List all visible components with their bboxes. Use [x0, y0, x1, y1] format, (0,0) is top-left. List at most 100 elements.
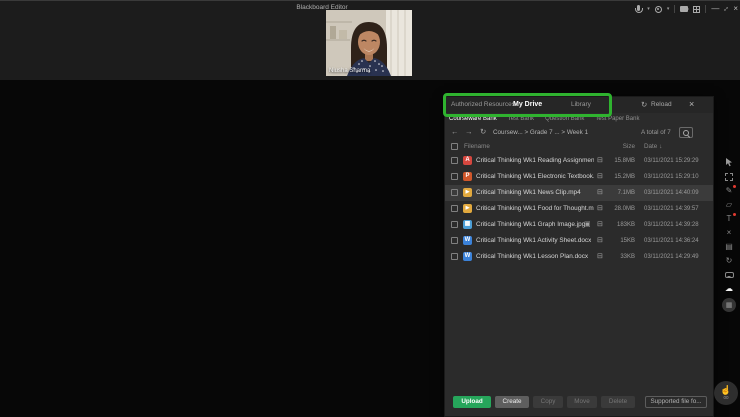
- divider: [705, 5, 706, 13]
- layout-grid-icon[interactable]: [693, 6, 700, 13]
- subtab-question-bank[interactable]: Question Bank: [545, 116, 584, 122]
- file-row[interactable]: ▶ Critical Thinking Wk1 Food for Thought…: [445, 201, 713, 217]
- breadcrumb[interactable]: Coursew... > Grade 7 ... > Week 1: [493, 129, 588, 136]
- row-checkbox[interactable]: [451, 173, 458, 180]
- eraser-tool-icon[interactable]: ▱: [723, 200, 735, 209]
- tab-my-drive[interactable]: My Drive: [513, 101, 542, 108]
- file-row[interactable]: ▦ Critical Thinking Wk1 Graph Image.jpg …: [445, 217, 713, 233]
- filename-column-header[interactable]: Filename: [464, 143, 490, 150]
- file-date: 03/11/2021 14:36:24: [644, 238, 699, 244]
- drive-panel: Authorized Resources My Drive Library ↻ …: [444, 96, 714, 417]
- chat-tool-icon[interactable]: [723, 270, 735, 279]
- file-name[interactable]: Critical Thinking Wk1 Electronic Textboo…: [476, 173, 594, 180]
- subtab-test-bank[interactable]: Test Bank: [508, 116, 534, 122]
- toolbox-button[interactable]: ▦: [722, 298, 736, 312]
- select-all-checkbox[interactable]: [451, 143, 458, 150]
- file-name[interactable]: Critical Thinking Wk1 Activity Sheet.doc…: [476, 237, 591, 244]
- reload-button[interactable]: Reload: [651, 101, 672, 108]
- sync-glyph: ↻: [726, 257, 733, 265]
- file-row[interactable]: W Critical Thinking Wk1 Lesson Plan.docx…: [445, 249, 713, 265]
- date-column-header[interactable]: Date ↓: [644, 143, 662, 150]
- screen-capture-tool-icon[interactable]: [723, 172, 735, 181]
- reload-icon[interactable]: ↻: [641, 101, 647, 109]
- microphone-icon[interactable]: [637, 5, 640, 11]
- row-checkbox[interactable]: [451, 189, 458, 196]
- row-checkbox[interactable]: [451, 221, 458, 228]
- pen-tool-icon[interactable]: ✎: [723, 186, 735, 195]
- row-checkbox[interactable]: [451, 253, 458, 260]
- file-row[interactable]: A Critical Thinking Wk1 Reading Assignme…: [445, 153, 713, 169]
- drive-tab-bar: Authorized Resources My Drive Library ↻ …: [445, 97, 713, 113]
- camera-device-icon[interactable]: [655, 6, 662, 13]
- row-checkbox[interactable]: [451, 205, 458, 212]
- text-glyph: T: [727, 215, 732, 223]
- subtab-test-paper-bank[interactable]: Test Paper Bank: [595, 116, 639, 122]
- pen-color-dot: [733, 185, 736, 188]
- move-button[interactable]: Move: [567, 396, 597, 408]
- insert-to-board-icon[interactable]: ⊟: [597, 253, 603, 260]
- image-preview-icon[interactable]: ▣: [584, 221, 591, 228]
- file-name[interactable]: Critical Thinking Wk1 News Clip.mp4: [476, 189, 581, 196]
- file-size: 15.2MB: [603, 174, 635, 180]
- clear-glyph: ×: [727, 229, 732, 237]
- delete-button[interactable]: Delete: [601, 396, 635, 408]
- microphone-dropdown-caret-icon[interactable]: ▾: [647, 7, 650, 12]
- jpg-file-icon: ▦: [463, 220, 472, 229]
- search-button[interactable]: [679, 127, 693, 138]
- docx-file-icon: W: [463, 236, 472, 245]
- insert-to-board-icon[interactable]: ⊟: [597, 205, 603, 212]
- file-row[interactable]: W Critical Thinking Wk1 Activity Sheet.d…: [445, 233, 713, 249]
- file-size: 183KB: [603, 222, 635, 228]
- sort-descending-icon[interactable]: ↓: [659, 143, 662, 150]
- file-name[interactable]: Critical Thinking Wk1 Food for Thought.m…: [476, 205, 594, 212]
- row-checkbox[interactable]: [451, 237, 458, 244]
- cloud-drive-tool-icon[interactable]: ☁: [723, 284, 735, 293]
- subtab-courseware-bank[interactable]: Courseware Bank: [449, 116, 497, 122]
- raise-hand-button[interactable]: ☝ 00: [714, 381, 738, 405]
- eraser-glyph: ▱: [726, 201, 732, 209]
- restore-window-button[interactable]: ↕: [722, 5, 730, 13]
- app-window: Blackboard Editor ▾ ▾ — ↕ ×: [0, 0, 740, 417]
- pdf-file-icon: A: [463, 156, 472, 165]
- board-tool-icon[interactable]: ▤: [723, 242, 735, 251]
- insert-to-board-icon[interactable]: ⊟: [597, 221, 603, 228]
- file-date: 03/11/2021 14:40:09: [644, 190, 699, 196]
- board-glyph: ▤: [725, 243, 733, 251]
- clear-tool-icon[interactable]: ×: [723, 228, 735, 237]
- file-row[interactable]: ▶ Critical Thinking Wk1 News Clip.mp4 ⊟ …: [445, 185, 713, 201]
- file-size: 7.1MB: [603, 190, 635, 196]
- insert-to-board-icon[interactable]: ⊟: [597, 237, 603, 244]
- upload-button[interactable]: Upload: [453, 396, 491, 408]
- create-button[interactable]: Create: [495, 396, 529, 408]
- tab-authorized-resources[interactable]: Authorized Resources: [451, 101, 515, 108]
- participant-video-tile[interactable]: Niusha Sharma: [326, 10, 412, 76]
- file-row[interactable]: P Critical Thinking Wk1 Electronic Textb…: [445, 169, 713, 185]
- file-size: 33KB: [603, 254, 635, 260]
- refresh-icon[interactable]: ↻: [480, 128, 486, 136]
- minimize-button[interactable]: —: [711, 5, 719, 13]
- camera-dropdown-caret-icon[interactable]: ▾: [667, 7, 670, 12]
- insert-to-board-icon[interactable]: ⊟: [597, 157, 603, 164]
- cloud-glyph: ☁: [725, 285, 733, 293]
- text-tool-icon[interactable]: T: [723, 214, 735, 223]
- copy-button[interactable]: Copy: [533, 396, 563, 408]
- video-call-icon[interactable]: [680, 6, 688, 12]
- row-checkbox[interactable]: [451, 157, 458, 164]
- forward-icon[interactable]: →: [465, 128, 473, 136]
- drive-footer: Upload Create Copy Move Delete Supported…: [445, 396, 713, 409]
- back-icon[interactable]: ←: [451, 128, 459, 136]
- insert-to-board-icon[interactable]: ⊟: [597, 173, 603, 180]
- insert-to-board-icon[interactable]: ⊟: [597, 189, 603, 196]
- size-column-header[interactable]: Size: [605, 143, 635, 150]
- file-name[interactable]: Critical Thinking Wk1 Reading Assignment…: [476, 157, 594, 164]
- select-tool-icon[interactable]: [723, 158, 735, 167]
- panel-close-button[interactable]: ×: [689, 99, 694, 109]
- sync-tool-icon[interactable]: ↻: [723, 256, 735, 265]
- mp4-file-icon: ▶: [463, 204, 472, 213]
- tab-library[interactable]: Library: [571, 101, 591, 108]
- close-window-button[interactable]: ×: [733, 5, 738, 13]
- file-date: 03/11/2021 15:29:29: [644, 158, 699, 164]
- file-name[interactable]: Critical Thinking Wk1 Lesson Plan.docx: [476, 253, 588, 260]
- file-name[interactable]: Critical Thinking Wk1 Graph Image.jpg: [476, 221, 585, 228]
- supported-file-formats-button[interactable]: Supported file fo...: [645, 396, 707, 408]
